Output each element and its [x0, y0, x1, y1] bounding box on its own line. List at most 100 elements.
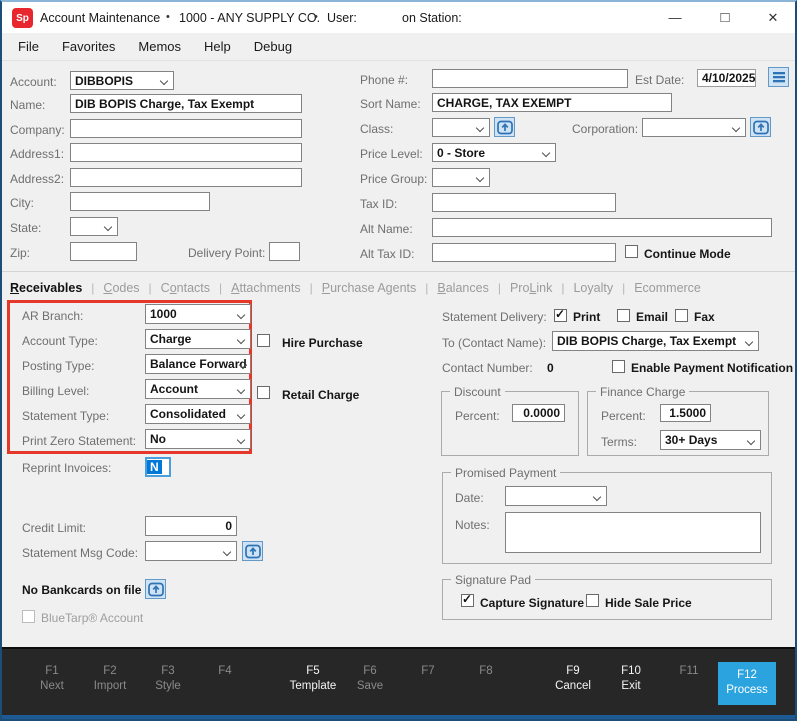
enable-payment-notification-checkbox[interactable] [612, 360, 625, 373]
menu-debug[interactable]: Debug [254, 39, 292, 54]
chevron-down-icon [237, 386, 245, 394]
tab-contacts[interactable]: Contacts [161, 281, 210, 295]
account-value: DIBBOPIS [75, 74, 133, 88]
discount-percent-field[interactable]: 0.0000 [512, 404, 565, 422]
promised-date-dropdown[interactable] [505, 486, 607, 506]
chevron-down-icon [237, 311, 245, 319]
statement-msg-code-dropdown[interactable] [145, 541, 237, 561]
signature-pad-title: Signature Pad [451, 573, 535, 587]
corporation-jump-button[interactable] [750, 117, 771, 137]
tab-separator: | [425, 281, 428, 295]
menu-help[interactable]: Help [204, 39, 231, 54]
signature-pad-groupbox: Signature Pad Capture Signature Hide Sal… [442, 579, 772, 620]
promised-payment-groupbox: Promised Payment Date: Notes: [442, 472, 772, 564]
account-type-label: Account Type: [22, 334, 98, 348]
menu-memos[interactable]: Memos [138, 39, 181, 54]
posting-type-dropdown[interactable]: Balance Forward [145, 354, 251, 374]
email-label: Email [636, 310, 668, 324]
tab-balances[interactable]: Balances [437, 281, 488, 295]
hide-sale-price-label: Hide Sale Price [605, 596, 692, 610]
billing-level-dropdown[interactable]: Account [145, 379, 251, 399]
tax-id-field[interactable] [432, 193, 616, 212]
title-separator-dot: • [166, 11, 170, 23]
title-company: 1000 - ANY SUPPLY CO. [179, 11, 320, 25]
finance-percent-label: Percent: [601, 409, 646, 423]
tab-separator: | [91, 281, 94, 295]
price-level-dropdown[interactable]: 0 - Store [432, 143, 556, 162]
name-value: DIB BOPIS Charge, Tax Exempt [75, 97, 254, 111]
capture-signature-checkbox[interactable] [461, 594, 474, 607]
phone-field[interactable] [432, 69, 628, 88]
tab-receivables[interactable]: Receivables [10, 281, 82, 295]
delivery-point-field[interactable] [269, 242, 300, 261]
hire-purchase-checkbox[interactable] [257, 334, 270, 347]
reprint-invoices-label: Reprint Invoices: [22, 461, 111, 475]
chevron-down-icon [542, 149, 550, 157]
state-dropdown[interactable] [70, 217, 118, 236]
sort-name-value: CHARGE, TAX EXEMPT [437, 96, 571, 110]
close-button[interactable]: ✕ [753, 2, 793, 33]
fkey-number: F11 [655, 664, 723, 679]
tab-prolink[interactable]: ProLink [510, 281, 552, 295]
account-type-value: Charge [150, 332, 191, 346]
tab-loyalty[interactable]: Loyalty [573, 281, 613, 295]
sort-name-field[interactable]: CHARGE, TAX EXEMPT [432, 93, 672, 112]
promised-notes-label: Notes: [455, 518, 490, 532]
promised-payment-title: Promised Payment [451, 466, 560, 480]
corporation-dropdown[interactable] [642, 118, 746, 137]
terms-dropdown[interactable]: 30+ Days [660, 430, 761, 450]
statement-type-dropdown[interactable]: Consolidated [145, 404, 251, 424]
tab-separator: | [149, 281, 152, 295]
address2-field[interactable] [70, 168, 302, 187]
est-date-menu-button[interactable] [768, 67, 789, 87]
fkey-f12-process[interactable]: F12Process [718, 662, 776, 705]
tab-separator: | [219, 281, 222, 295]
address1-field[interactable] [70, 143, 302, 162]
city-field[interactable] [70, 192, 210, 211]
print-zero-statement-label: Print Zero Statement: [22, 434, 136, 448]
tab-purchase-agents[interactable]: Purchase Agents [322, 281, 417, 295]
posting-type-label: Posting Type: [22, 359, 95, 373]
print-zero-statement-dropdown[interactable]: No [145, 429, 251, 449]
alt-tax-id-field[interactable] [432, 243, 616, 262]
tab-attachments[interactable]: Attachments [231, 281, 300, 295]
company-field[interactable] [70, 119, 302, 138]
minimize-button[interactable]: — [655, 2, 695, 33]
fax-label: Fax [694, 310, 715, 324]
alt-name-field[interactable] [432, 218, 772, 237]
bankcards-status-text: No Bankcards on file [22, 583, 141, 597]
tab-ecommerce[interactable]: Ecommerce [634, 281, 701, 295]
menu-favorites[interactable]: Favorites [62, 39, 115, 54]
class-jump-button[interactable] [494, 117, 515, 137]
hide-sale-price-checkbox[interactable] [586, 594, 599, 607]
promised-date-label: Date: [455, 491, 484, 505]
chevron-down-icon [593, 493, 601, 501]
credit-limit-field[interactable]: 0 [145, 516, 237, 536]
retail-charge-checkbox[interactable] [257, 386, 270, 399]
finance-percent-value: 1.5000 [669, 406, 706, 420]
account-type-dropdown[interactable]: Charge [145, 329, 251, 349]
email-checkbox[interactable] [617, 309, 630, 322]
maximize-button[interactable]: □ [705, 2, 745, 33]
zip-field[interactable] [70, 242, 137, 261]
chevron-down-icon [745, 338, 753, 346]
menu-file[interactable]: File [18, 39, 39, 54]
tab-separator: | [310, 281, 313, 295]
continue-mode-checkbox[interactable] [625, 245, 638, 258]
name-field[interactable]: DIB BOPIS Charge, Tax Exempt [70, 94, 302, 113]
promised-notes-textarea[interactable] [505, 512, 761, 553]
statement-msg-jump-button[interactable] [242, 541, 263, 561]
tab-codes[interactable]: Codes [103, 281, 139, 295]
finance-percent-field[interactable]: 1.5000 [660, 404, 711, 422]
sort-name-label: Sort Name: [360, 97, 421, 111]
fax-checkbox[interactable] [675, 309, 688, 322]
print-checkbox[interactable] [554, 309, 567, 322]
price-group-dropdown[interactable] [432, 168, 490, 187]
bankcards-jump-button[interactable] [145, 579, 166, 599]
class-dropdown[interactable] [432, 118, 490, 137]
reprint-invoices-field[interactable]: N [145, 457, 171, 477]
account-dropdown[interactable]: DIBBOPIS [70, 71, 174, 90]
title-separator-dot: • [314, 11, 318, 23]
to-contact-dropdown[interactable]: DIB BOPIS Charge, Tax Exempt [552, 331, 759, 351]
ar-branch-dropdown[interactable]: 1000 [145, 304, 251, 324]
